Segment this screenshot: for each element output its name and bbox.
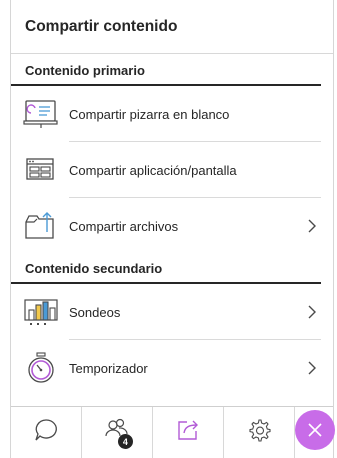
polls-item[interactable]: Sondeos: [11, 284, 333, 340]
panel-title: Compartir contenido: [25, 17, 178, 35]
folder-upload-icon: [23, 209, 59, 243]
share-screen-item[interactable]: Compartir aplicación/pantalla: [11, 142, 333, 198]
polls-label: Sondeos: [69, 304, 121, 320]
share-whiteboard-label: Compartir pizarra en blanco: [69, 106, 230, 122]
close-icon: [308, 423, 322, 437]
chat-icon: [33, 417, 59, 448]
attendees-count-badge: 4: [117, 434, 133, 449]
primary-section-title: Contenido primario: [25, 63, 145, 78]
secondary-section-title: Contenido secundario: [25, 261, 163, 276]
share-files-item[interactable]: Compartir archivos: [11, 198, 333, 254]
tab-settings[interactable]: [224, 407, 295, 458]
bottom-tab-bar: 4: [11, 406, 335, 458]
stopwatch-icon: [23, 351, 59, 385]
timer-item[interactable]: Temporizador: [11, 340, 333, 396]
tab-share-content[interactable]: [152, 407, 224, 458]
primary-section-header: Contenido primario: [11, 54, 321, 86]
whiteboard-icon: [23, 97, 59, 131]
screen-share-icon: [23, 153, 59, 187]
tab-close: [295, 407, 335, 458]
close-panel-button[interactable]: [295, 410, 335, 450]
secondary-section-header: Contenido secundario: [11, 254, 321, 284]
tab-chat[interactable]: [11, 407, 82, 458]
share-files-label: Compartir archivos: [69, 218, 179, 234]
chevron-right-icon: [303, 303, 321, 321]
share-whiteboard-item[interactable]: Compartir pizarra en blanco: [11, 86, 333, 142]
share-content-panel: Compartir contenido Contenido primario C…: [10, 0, 335, 458]
timer-label: Temporizador: [69, 360, 148, 376]
panel-header: Compartir contenido: [11, 0, 333, 54]
tab-attendees[interactable]: 4: [82, 407, 153, 458]
chevron-right-icon: [303, 217, 321, 235]
share-content-icon: [175, 417, 201, 448]
chevron-right-icon: [303, 359, 321, 377]
settings-icon: [246, 417, 272, 448]
poll-chart-icon: [23, 295, 59, 329]
share-screen-label: Compartir aplicación/pantalla: [69, 162, 237, 178]
